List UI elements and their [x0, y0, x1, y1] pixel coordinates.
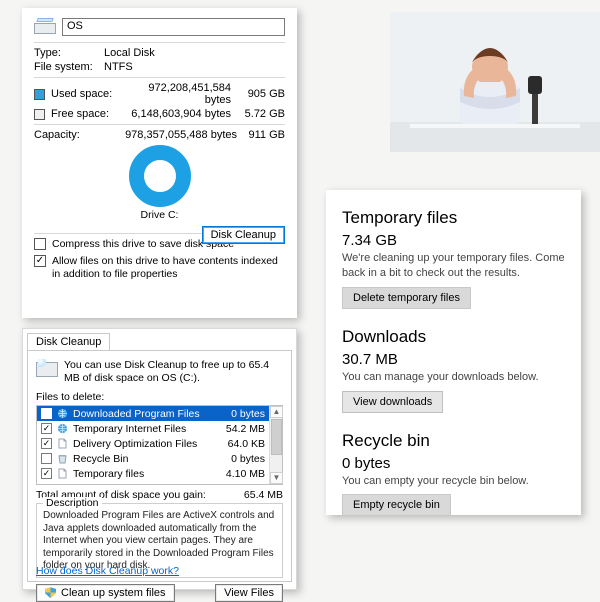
- cleanup-drive-icon: [36, 359, 58, 377]
- file-row-1[interactable]: Temporary Internet Files 54.2 MB: [37, 421, 269, 436]
- file-row-checkbox[interactable]: [41, 423, 52, 434]
- index-label: Allow files on this drive to have conten…: [52, 255, 285, 281]
- capacity-bytes: 978,357,055,488 bytes: [116, 129, 241, 141]
- downloads-heading: Downloads: [342, 327, 565, 347]
- disk-cleanup-button[interactable]: Disk Cleanup: [202, 226, 285, 244]
- index-checkbox-row[interactable]: Allow files on this drive to have conten…: [34, 255, 285, 281]
- temp-size: 7.34 GB: [342, 232, 565, 249]
- cleanup-intro: You can use Disk Cleanup to free up to 6…: [64, 359, 283, 385]
- files-to-delete-label: Files to delete:: [36, 391, 283, 403]
- file-row-size: 0 bytes: [217, 453, 265, 465]
- empty-recyclebin-button[interactable]: Empty recycle bin: [342, 494, 451, 516]
- file-row-size: 4.10 MB: [217, 468, 265, 480]
- used-label: Used space:: [51, 88, 115, 100]
- file-row-name: Temporary files: [73, 468, 212, 480]
- globe-icon: [57, 408, 68, 419]
- type-value: Local Disk: [104, 47, 155, 59]
- type-label: Type:: [34, 47, 98, 59]
- recyclebin-size: 0 bytes: [342, 455, 565, 472]
- free-human: 5.72 GB: [241, 108, 285, 120]
- free-label: Free space:: [51, 108, 115, 120]
- files-list: Downloaded Program Files0 bytesTemporary…: [36, 405, 283, 485]
- file-row-name: Recycle Bin: [73, 453, 212, 465]
- used-human: 905 GB: [241, 88, 285, 100]
- recyclebin-sub: You can empty your recycle bin below.: [342, 474, 565, 489]
- gain-value: 65.4 MB: [244, 489, 283, 501]
- file-row-checkbox[interactable]: [41, 453, 52, 464]
- donut-label: Drive C:: [141, 209, 179, 221]
- file-row-3[interactable]: Recycle Bin 0 bytes: [37, 451, 269, 466]
- file-icon: [57, 468, 68, 479]
- filesystem-value: NTFS: [104, 61, 133, 73]
- index-checkbox[interactable]: [34, 255, 46, 267]
- free-bytes: 6,148,603,904 bytes: [121, 108, 235, 120]
- filesystem-label: File system:: [34, 61, 98, 73]
- file-row-0[interactable]: Downloaded Program Files 0 bytes: [37, 406, 269, 421]
- file-row-size: 64.0 KB: [217, 438, 265, 450]
- clean-system-files-label: Clean up system files: [61, 587, 166, 599]
- file-row-checkbox[interactable]: [41, 468, 52, 479]
- downloads-size: 30.7 MB: [342, 351, 565, 368]
- capacity-human: 911 GB: [241, 129, 285, 141]
- compress-checkbox[interactable]: [34, 238, 46, 250]
- drive-name-input[interactable]: OS: [62, 18, 285, 36]
- drive-icon: [34, 18, 56, 36]
- delete-temp-button[interactable]: Delete temporary files: [342, 287, 471, 309]
- scroll-up-icon[interactable]: ▲: [270, 406, 283, 418]
- used-bytes: 972,208,451,584 bytes: [121, 82, 235, 106]
- free-swatch: [34, 109, 45, 120]
- bin-icon: [57, 453, 68, 464]
- disk-cleanup-dialog: Disk Cleanup You can use Disk Cleanup to…: [22, 328, 297, 590]
- scrollbar[interactable]: ▲ ▼: [269, 406, 282, 484]
- file-row-name: Delivery Optimization Files: [73, 438, 212, 450]
- file-row-4[interactable]: Temporary files 4.10 MB: [37, 466, 269, 481]
- recyclebin-heading: Recycle bin: [342, 431, 565, 451]
- file-row-2[interactable]: Delivery Optimization Files 64.0 KB: [37, 436, 269, 451]
- temp-sub: We're cleaning up your temporary files. …: [342, 251, 565, 281]
- frustrated-user-photo: [390, 12, 600, 152]
- file-row-size: 54.2 MB: [217, 423, 265, 435]
- view-files-button[interactable]: View Files: [215, 584, 283, 602]
- usage-donut-chart: [129, 145, 191, 207]
- description-text: Downloaded Program Files are ActiveX con…: [43, 510, 276, 573]
- shield-icon: [45, 587, 56, 598]
- globe-icon: [57, 423, 68, 434]
- scroll-down-icon[interactable]: ▼: [270, 472, 283, 484]
- description-legend: Description: [43, 497, 102, 509]
- scroll-thumb[interactable]: [271, 419, 282, 455]
- storage-settings-panel: Temporary files 7.34 GB We're cleaning u…: [326, 190, 581, 515]
- file-row-size: 0 bytes: [217, 408, 265, 420]
- file-icon: [57, 438, 68, 449]
- view-downloads-button[interactable]: View downloads: [342, 391, 443, 413]
- temp-heading: Temporary files: [342, 208, 565, 228]
- help-link[interactable]: How does Disk Cleanup work?: [36, 565, 179, 577]
- file-row-name: Downloaded Program Files: [73, 408, 212, 420]
- downloads-sub: You can manage your downloads below.: [342, 370, 565, 385]
- file-row-name: Temporary Internet Files: [73, 423, 212, 435]
- capacity-label: Capacity:: [34, 129, 116, 141]
- file-row-checkbox[interactable]: [41, 408, 52, 419]
- drive-properties-panel: OS Type: Local Disk File system: NTFS Used…: [22, 8, 297, 318]
- clean-system-files-button[interactable]: Clean up system files: [36, 584, 175, 602]
- file-row-checkbox[interactable]: [41, 438, 52, 449]
- used-swatch: [34, 89, 45, 100]
- tab-disk-cleanup[interactable]: Disk Cleanup: [27, 333, 110, 350]
